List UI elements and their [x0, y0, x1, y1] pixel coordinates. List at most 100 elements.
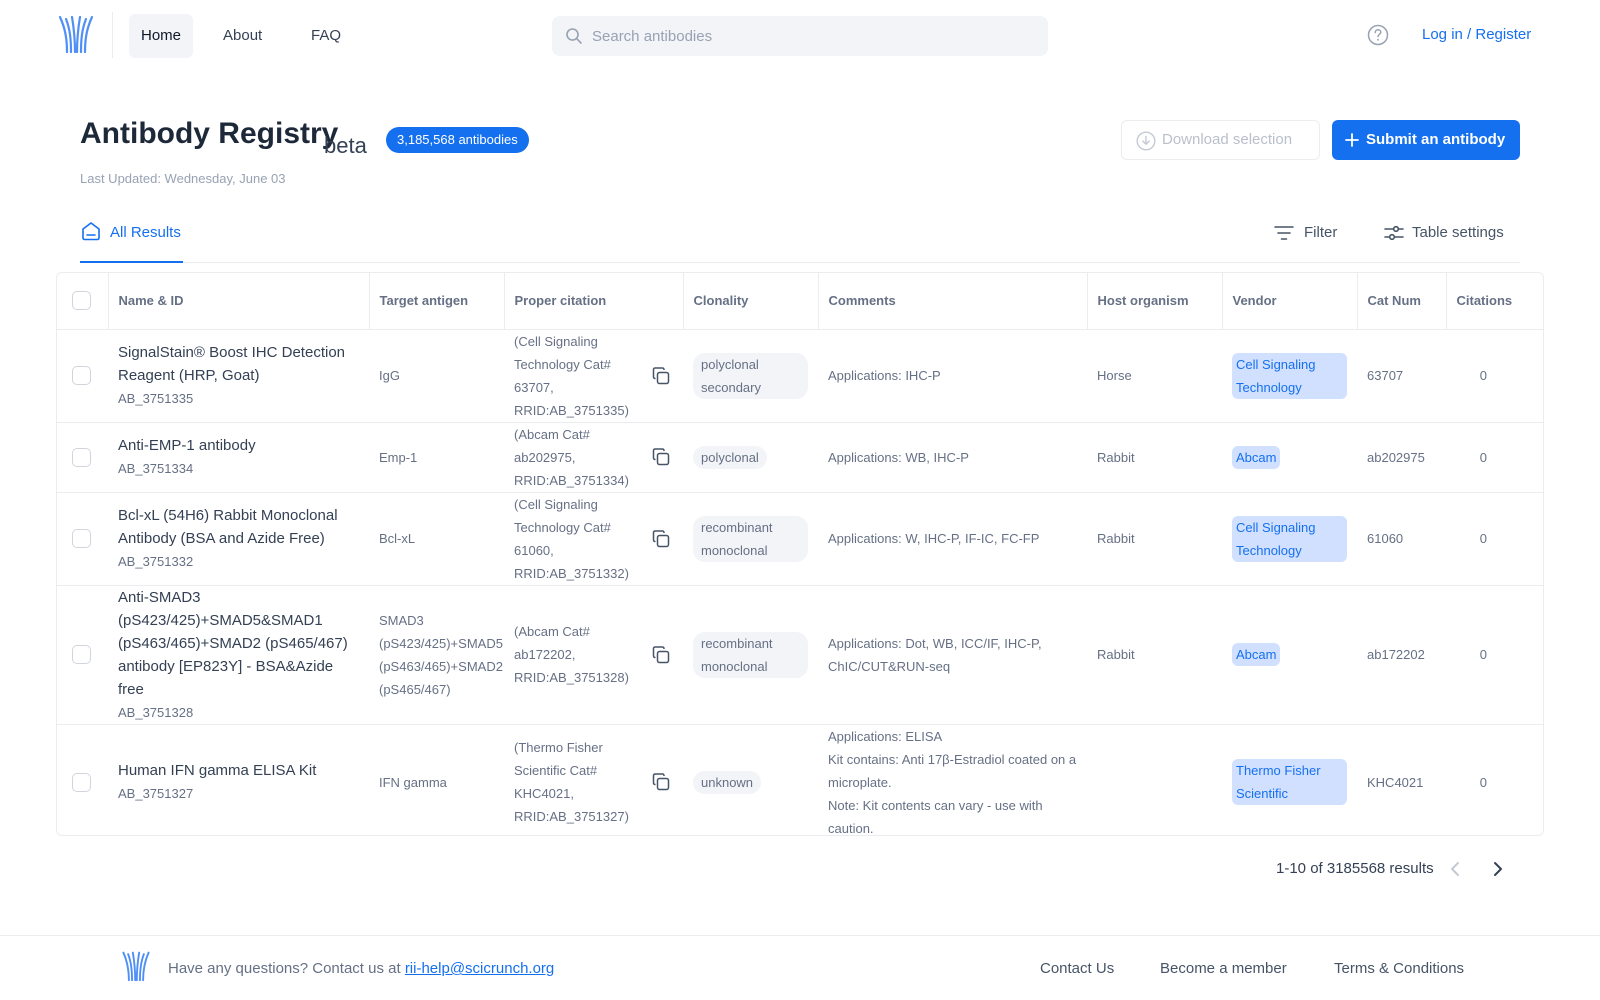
- copy-icon[interactable]: [651, 529, 671, 549]
- antibody-count-badge: 3,185,568 antibodies: [386, 127, 529, 153]
- comment-line: Kit contains: Anti 17β-Estradiol coated …: [828, 751, 1077, 790]
- antibody-id: AB_3751335: [118, 391, 194, 406]
- comments: Applications: ELISA Kit contains: Anti 1…: [818, 724, 1087, 836]
- registry-logo-icon[interactable]: [57, 14, 95, 54]
- clonality-badge: unknown: [693, 770, 762, 794]
- vendor-link[interactable]: Abcam: [1232, 445, 1281, 469]
- login-register-link[interactable]: Log in / Register: [1422, 26, 1531, 43]
- comments: Applications: W, IHC-P, IF-IC, FC-FP: [818, 492, 1087, 586]
- sliders-icon: [1384, 225, 1404, 241]
- table-row[interactable]: Human IFN gamma ELISA Kit AB_3751327 IFN…: [57, 724, 1543, 836]
- table-row[interactable]: Bcl-xL (54H6) Rabbit Monoclonal Antibody…: [57, 492, 1543, 586]
- nav-about-link[interactable]: About: [211, 14, 274, 58]
- citation-count: 0: [1446, 492, 1543, 586]
- antibody-id: AB_3751327: [118, 786, 194, 801]
- submit-antibody-label: Submit an antibody: [1366, 131, 1506, 148]
- copy-icon[interactable]: [651, 366, 671, 386]
- page-title: Antibody Registry: [80, 117, 339, 150]
- nav-faq-link[interactable]: FAQ: [299, 14, 353, 58]
- antibody-id: AB_3751332: [118, 554, 194, 569]
- host-organism: Horse: [1087, 329, 1222, 423]
- table-row[interactable]: Anti-EMP-1 antibody AB_3751334 Emp-1 (Ab…: [57, 422, 1543, 493]
- copy-icon[interactable]: [651, 772, 671, 792]
- antibody-name[interactable]: Bcl-xL (54H6) Rabbit Monoclonal Antibody…: [118, 504, 359, 550]
- antibody-name[interactable]: SignalStain® Boost IHC Detection Reagent…: [118, 341, 359, 387]
- tab-all-results[interactable]: All Results: [80, 218, 183, 263]
- row-checkbox[interactable]: [72, 772, 91, 792]
- footer-terms-link[interactable]: Terms & Conditions: [1334, 960, 1464, 977]
- vendor-link[interactable]: Thermo Fisher Scientific: [1232, 759, 1347, 805]
- comments: Applications: IHC-P: [818, 329, 1087, 423]
- copy-icon[interactable]: [651, 645, 671, 665]
- proper-citation: (Abcam Cat# ab202975, RRID:AB_3751334): [514, 426, 629, 488]
- proper-citation: (Thermo Fisher Scientific Cat# KHC4021, …: [514, 740, 629, 824]
- column-header-clonality[interactable]: Clonality: [683, 273, 819, 330]
- target-antigen: SMAD3 (pS423/425)+SMAD5 (pS463/465)+SMAD…: [369, 585, 504, 725]
- table-header-row: Name & ID Target antigen Proper citation…: [57, 273, 1543, 330]
- select-all-cell: [57, 273, 109, 330]
- filter-icon: [1274, 226, 1294, 240]
- plus-icon: [1345, 133, 1359, 147]
- comment-line: Applications: ELISA: [828, 728, 943, 744]
- citation-count: 0: [1446, 422, 1543, 493]
- vendor-link[interactable]: Abcam: [1232, 643, 1281, 666]
- footer-email-link[interactable]: rii-help@scicrunch.org: [405, 960, 554, 977]
- footer-contact-us-link[interactable]: Contact Us: [1040, 960, 1114, 977]
- row-checkbox[interactable]: [72, 447, 91, 467]
- target-antigen-line: (pS463/465)+SMAD2: [379, 658, 503, 674]
- target-antigen: Bcl-xL: [369, 492, 504, 586]
- row-checkbox[interactable]: [72, 645, 91, 664]
- antibody-id: AB_3751334: [118, 461, 194, 476]
- table-settings-label: Table settings: [1412, 224, 1504, 241]
- column-header-citation[interactable]: Proper citation: [504, 273, 684, 330]
- footer: Have any questions? Contact us at rii-he…: [0, 935, 1600, 1000]
- beta-label: beta: [324, 133, 367, 158]
- chevron-left-icon[interactable]: [1448, 860, 1462, 878]
- column-header-vendor[interactable]: Vendor: [1222, 273, 1358, 330]
- footer-become-member-link[interactable]: Become a member: [1160, 960, 1287, 977]
- row-checkbox[interactable]: [72, 529, 91, 548]
- proper-citation: (Cell Signaling Technology Cat# 61060, R…: [514, 496, 629, 581]
- vendor-link[interactable]: Cell Signaling Technology: [1232, 352, 1347, 399]
- comments: Applications: Dot, WB, ICC/IF, IHC-P, Ch…: [818, 585, 1087, 725]
- column-header-cat-num[interactable]: Cat Num: [1357, 273, 1447, 330]
- host-organism: Rabbit: [1087, 492, 1222, 586]
- nav-home-link[interactable]: Home: [129, 14, 194, 58]
- row-checkbox[interactable]: [72, 366, 91, 385]
- download-selection-button[interactable]: Download selection: [1121, 120, 1320, 160]
- last-updated-text: Last Updated: Wednesday, June 03: [80, 171, 286, 186]
- vendor-link[interactable]: Cell Signaling Technology: [1232, 515, 1347, 562]
- select-all-checkbox[interactable]: [72, 291, 91, 311]
- home-icon: [82, 222, 100, 241]
- target-antigen-line: SMAD3: [379, 612, 424, 628]
- column-header-citations[interactable]: Citations: [1446, 273, 1543, 330]
- antibody-name[interactable]: Anti-EMP-1 antibody: [118, 434, 359, 457]
- chevron-right-icon[interactable]: [1491, 860, 1505, 878]
- comment-line: Note: Kit contents can vary - use with c…: [828, 797, 1043, 836]
- search-input[interactable]: [592, 16, 1032, 56]
- clonality-badge: recombinant monoclonal: [693, 631, 808, 678]
- column-header-comments[interactable]: Comments: [818, 273, 1088, 330]
- tab-all-results-label: All Results: [110, 224, 181, 241]
- cat-num: KHC4021: [1367, 774, 1424, 790]
- table-settings-button[interactable]: Table settings: [1384, 218, 1504, 248]
- question-circle-icon[interactable]: [1367, 24, 1389, 46]
- comments: Applications: WB, IHC-P: [818, 422, 1087, 493]
- submit-antibody-button[interactable]: Submit an antibody: [1332, 120, 1520, 160]
- clonality-badge: recombinant monoclonal: [693, 515, 808, 562]
- host-organism: Rabbit: [1087, 585, 1222, 725]
- table-row[interactable]: Anti-SMAD3 (pS423/425)+SMAD5&SMAD1 (pS46…: [57, 585, 1543, 725]
- target-antigen-line: (pS423/425)+SMAD5: [379, 635, 503, 651]
- host-organism: Rabbit: [1087, 422, 1222, 493]
- copy-icon[interactable]: [651, 447, 671, 467]
- host-organism: [1087, 724, 1222, 835]
- filter-button[interactable]: Filter: [1274, 218, 1337, 248]
- target-antigen: IFN gamma: [379, 774, 447, 790]
- antibody-name[interactable]: Human IFN gamma ELISA Kit: [118, 759, 359, 782]
- clonality-badge: polyclonal: [693, 445, 767, 469]
- column-header-host[interactable]: Host organism: [1087, 273, 1223, 330]
- column-header-target[interactable]: Target antigen: [369, 273, 505, 330]
- antibody-name[interactable]: Anti-SMAD3 (pS423/425)+SMAD5&SMAD1 (pS46…: [118, 586, 359, 701]
- table-row[interactable]: SignalStain® Boost IHC Detection Reagent…: [57, 329, 1543, 423]
- column-header-name[interactable]: Name & ID: [108, 273, 370, 330]
